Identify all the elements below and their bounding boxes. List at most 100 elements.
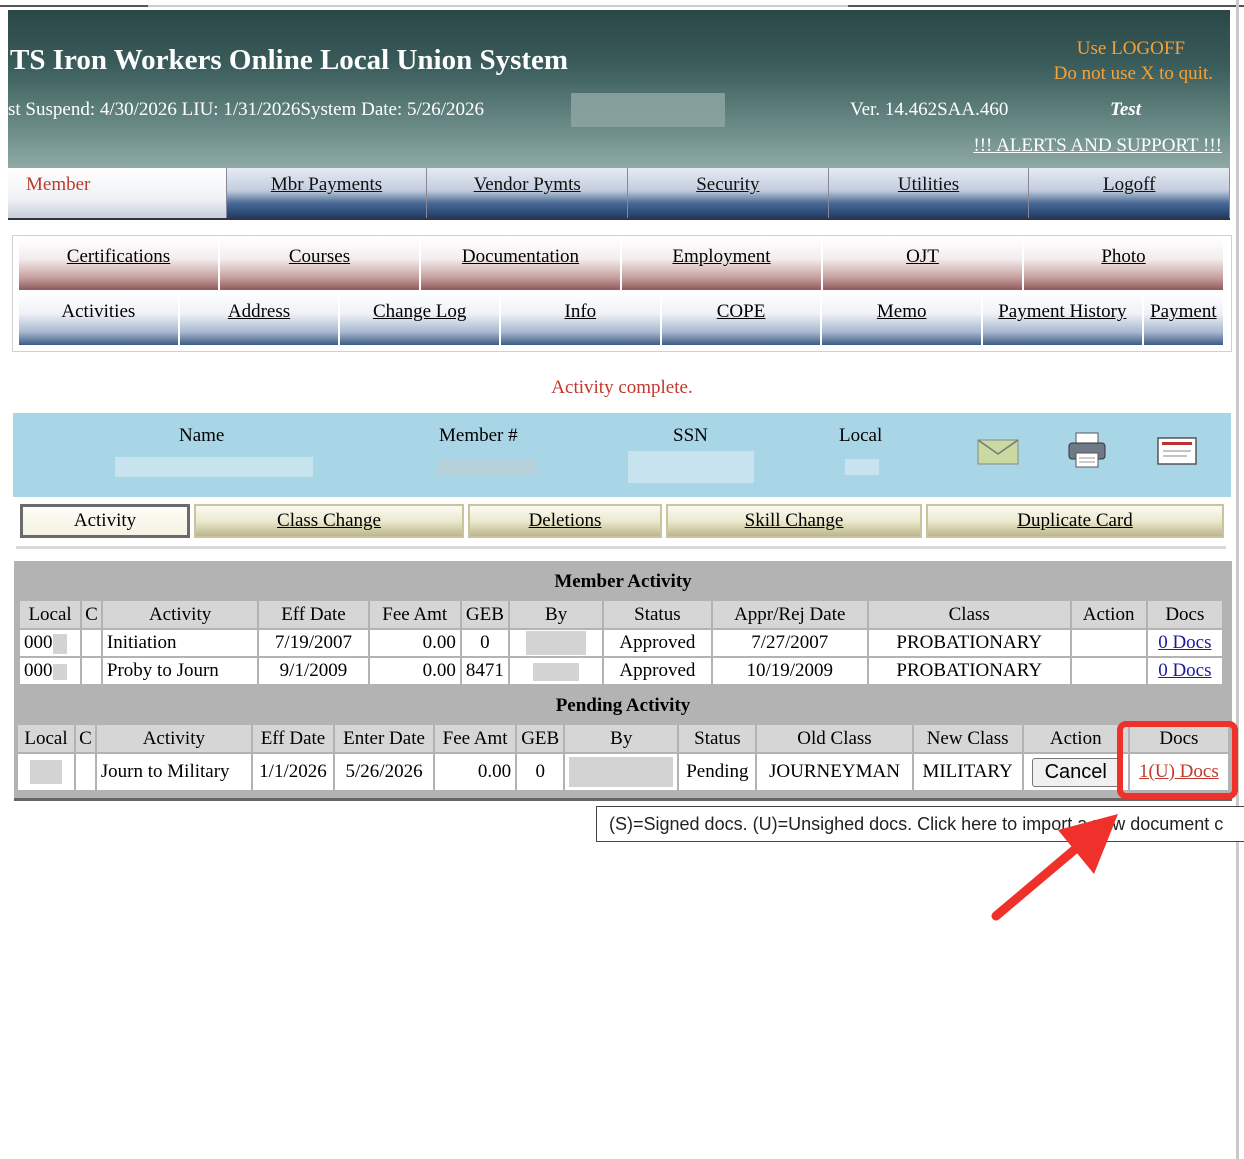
- tab-deletions[interactable]: Deletions: [468, 504, 662, 538]
- tab-info[interactable]: Info: [501, 293, 662, 345]
- tab-ojt[interactable]: OJT: [823, 238, 1024, 290]
- cell-activity: Initiation: [100, 628, 260, 658]
- col-action: Action: [1069, 599, 1148, 630]
- top-strip: [0, 0, 1244, 8]
- nav-vendor-pymts[interactable]: Vendor Pymts: [427, 168, 629, 218]
- ssn-label: SSN: [673, 425, 708, 446]
- table-row: 000 Initiation 7/19/2007 0.00 0 Approved…: [17, 628, 1225, 658]
- col-by: By: [507, 599, 605, 630]
- cell-activity: Journ to Military: [94, 752, 253, 792]
- cell-fee-amt: 0.00: [433, 752, 518, 792]
- tab-photo[interactable]: Photo: [1024, 238, 1225, 290]
- tab-payment-history[interactable]: Payment History: [983, 293, 1144, 345]
- logoff-warning: Do not use X to quit.: [1053, 63, 1213, 84]
- alerts-support-link[interactable]: !!! ALERTS AND SUPPORT !!!: [973, 135, 1222, 157]
- app-title: TS Iron Workers Online Local Union Syste…: [10, 44, 569, 76]
- cancel-button[interactable]: Cancel: [1031, 757, 1120, 787]
- cell-docs: 0 Docs: [1145, 656, 1225, 686]
- member-activity-title: Member Activity: [554, 571, 692, 592]
- local-redacted: [845, 459, 879, 475]
- redacted-field: [533, 662, 580, 681]
- cell-fee-amt: 0.00: [367, 628, 462, 658]
- local-value: 000: [24, 660, 53, 681]
- cell-eff-date: 7/19/2007: [257, 628, 370, 658]
- frame-border: [1236, 0, 1239, 1159]
- tab-courses[interactable]: Courses: [220, 238, 421, 290]
- col-class: Class: [866, 599, 1072, 630]
- cell-local: 000: [17, 628, 83, 658]
- cell-status: Pending: [677, 752, 758, 792]
- docs-link[interactable]: 0 Docs: [1158, 632, 1211, 653]
- cell-docs: 0 Docs: [1145, 628, 1225, 658]
- card-icon[interactable]: [1157, 437, 1197, 465]
- member-subnav: Certifications Courses Documentation Emp…: [12, 235, 1232, 352]
- table-row: Journ to Military 1/1/2026 5/26/2026 0.0…: [15, 752, 1231, 792]
- tab-activity[interactable]: Activity: [20, 504, 190, 538]
- environment-label: Test: [1110, 99, 1141, 120]
- member-info-bar: Name Member # SSN Local: [13, 413, 1231, 497]
- col-fee-amt: Fee Amt: [367, 599, 462, 630]
- col-enter-date: Enter Date: [332, 723, 436, 754]
- cell-appr-date: 7/27/2007: [710, 628, 869, 658]
- name-value-redacted: [115, 457, 313, 477]
- cell-eff-date: 1/1/2026: [250, 752, 336, 792]
- col-status: Status: [677, 723, 758, 754]
- cell-class: PROBATIONARY: [866, 656, 1072, 686]
- cell-geb: 8471: [459, 656, 510, 686]
- app-header: TS Iron Workers Online Local Union Syste…: [8, 10, 1230, 168]
- tab-duplicate-card[interactable]: Duplicate Card: [926, 504, 1224, 538]
- tab-class-change[interactable]: Class Change: [194, 504, 464, 538]
- tab-cope[interactable]: COPE: [661, 293, 823, 345]
- cell-c: [80, 628, 103, 658]
- cell-by: [507, 628, 605, 658]
- col-local: Local: [15, 723, 77, 754]
- cell-activity: Proby to Journ: [100, 656, 260, 686]
- divider: [16, 546, 1226, 549]
- cell-class: PROBATIONARY: [866, 628, 1072, 658]
- member-activity-table: Local C Activity Eff Date Fee Amt GEB By…: [17, 599, 1225, 686]
- docs-tooltip: (S)=Signed docs. (U)=Unsighed docs. Clic…: [596, 806, 1244, 842]
- cell-enter-date: 5/26/2026: [332, 752, 436, 792]
- col-by: By: [563, 723, 680, 754]
- col-docs: Docs: [1145, 599, 1225, 630]
- subnav-row-1: Certifications Courses Documentation Emp…: [19, 238, 1225, 290]
- col-geb: GEB: [515, 723, 566, 754]
- nav-utilities[interactable]: Utilities: [828, 168, 1030, 218]
- redacted-field: [571, 93, 725, 127]
- nav-member[interactable]: Member: [8, 168, 227, 218]
- status-message: Activity complete.: [551, 377, 693, 398]
- col-eff-date: Eff Date: [257, 599, 370, 630]
- cell-appr-date: 10/19/2009: [710, 656, 869, 686]
- cell-new-class: MILITARY: [911, 752, 1024, 792]
- docs-link[interactable]: 0 Docs: [1158, 660, 1211, 681]
- subnav-row-2: Activities Address Change Log Info COPE …: [19, 293, 1226, 345]
- tab-employment[interactable]: Employment: [622, 238, 823, 290]
- system-dates: st Suspend: 4/30/2026 LIU: 1/31/2026Syst…: [8, 99, 485, 120]
- annotation-arrow-icon: [991, 814, 1118, 921]
- tab-change-log[interactable]: Change Log: [340, 293, 502, 345]
- tab-certifications[interactable]: Certifications: [19, 238, 220, 290]
- activity-tabs: Activity Class Change Deletions Skill Ch…: [16, 500, 1226, 544]
- nav-security[interactable]: Security: [628, 168, 829, 218]
- local-label: Local: [839, 425, 883, 446]
- cell-action: Cancel: [1021, 752, 1130, 792]
- cell-action: [1069, 656, 1148, 686]
- nav-mbr-payments[interactable]: Mbr Payments: [226, 168, 428, 218]
- tab-payment[interactable]: Payment: [1143, 293, 1226, 345]
- nav-logoff[interactable]: Logoff: [1029, 168, 1231, 218]
- envelope-icon[interactable]: [977, 439, 1019, 465]
- tab-activities[interactable]: Activities: [19, 293, 180, 345]
- name-label: Name: [179, 425, 225, 446]
- tab-memo[interactable]: Memo: [822, 293, 984, 345]
- tab-skill-change[interactable]: Skill Change: [666, 504, 922, 538]
- printer-icon[interactable]: [1067, 431, 1107, 469]
- tab-documentation[interactable]: Documentation: [421, 238, 622, 290]
- cell-geb: 0: [515, 752, 566, 792]
- tab-address[interactable]: Address: [179, 293, 341, 345]
- cell-eff-date: 9/1/2009: [257, 656, 370, 686]
- table-row: 000 Proby to Journ 9/1/2009 0.00 8471 Ap…: [17, 656, 1225, 686]
- cell-fee-amt: 0.00: [367, 656, 462, 686]
- redacted-field: [52, 633, 67, 654]
- cell-c: [80, 656, 103, 686]
- main-nav: Member Mbr Payments Vendor Pymts Securit…: [8, 168, 1231, 220]
